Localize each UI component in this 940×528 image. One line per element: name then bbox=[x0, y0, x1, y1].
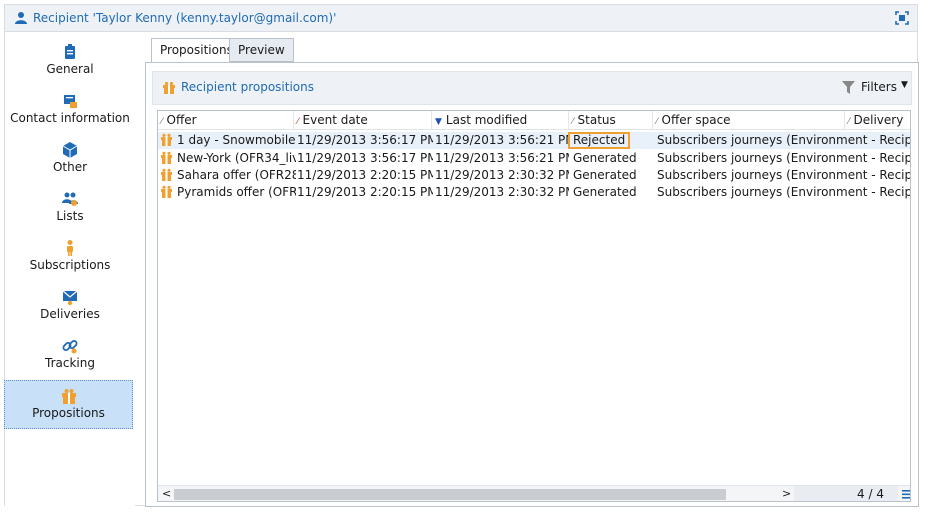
column-header-offer-space[interactable]: ⁄ Offer space bbox=[653, 111, 845, 130]
sort-icon: ⁄ bbox=[572, 117, 574, 127]
scroll-left-icon[interactable]: < bbox=[162, 487, 171, 500]
link-icon bbox=[62, 340, 78, 354]
event-date-cell: 11/29/2013 3:56:17 PM bbox=[297, 133, 433, 147]
sort-icon: ⁄ bbox=[656, 117, 658, 127]
table-row[interactable]: New-York (OFR34_live 11/29/2013 3:56:17 … bbox=[158, 150, 911, 167]
status-cell: Generated bbox=[573, 185, 637, 199]
status-badge: Rejected bbox=[568, 132, 631, 149]
sidebar-item-other[interactable]: Other bbox=[5, 135, 135, 184]
gift-icon bbox=[161, 151, 172, 164]
envelope-icon bbox=[62, 290, 78, 306]
sidebar-item-label: Subscriptions bbox=[29, 258, 111, 272]
sidebar-item-lists[interactable]: Lists bbox=[5, 184, 135, 233]
offer-cell: New-York (OFR34_live bbox=[160, 150, 296, 167]
propositions-grid: ⁄ Offer ⁄ Event date ▼ Last modified ⁄ Statu… bbox=[157, 110, 911, 502]
column-header-offer[interactable]: ⁄ Offer bbox=[158, 111, 294, 130]
event-date-cell: 11/29/2013 3:56:17 PM bbox=[297, 151, 433, 165]
event-date-cell: 11/29/2013 2:20:15 PM bbox=[297, 168, 433, 182]
tab-preview[interactable]: Preview bbox=[229, 38, 294, 62]
column-header-delivery[interactable]: ⁄ Delivery bbox=[845, 111, 910, 130]
sort-icon: ⁄ bbox=[161, 117, 163, 127]
clipboard-icon bbox=[65, 44, 75, 59]
last-modified-cell: 11/29/2013 2:30:32 PM bbox=[435, 168, 569, 182]
gift-icon bbox=[61, 389, 76, 404]
status-cell: Generated bbox=[573, 151, 637, 165]
sidebar-item-label: Other bbox=[52, 160, 88, 174]
horizontal-scrollbar[interactable]: < > 4 / 4 bbox=[158, 485, 911, 501]
gift-icon bbox=[161, 168, 172, 181]
filters-button[interactable]: Filters bbox=[861, 80, 897, 94]
content-area: Propositions Preview Recipient propositi… bbox=[145, 38, 919, 507]
sidebar-item-label: Lists bbox=[56, 209, 84, 223]
event-date-cell: 11/29/2013 2:20:15 PM bbox=[297, 185, 433, 199]
scroll-right-icon[interactable]: > bbox=[782, 487, 791, 500]
sidebar-item-propositions[interactable]: Propositions bbox=[4, 380, 133, 429]
toolbar-title: Recipient propositions bbox=[181, 80, 314, 94]
user-icon bbox=[15, 12, 27, 24]
column-header-event-date[interactable]: ⁄ Event date bbox=[294, 111, 432, 130]
offer-space-cell: Subscribers journeys (Environment - Reci… bbox=[657, 168, 911, 182]
propositions-toolbar: Recipient propositions Filters ▼ bbox=[152, 71, 912, 105]
propositions-panel: Recipient propositions Filters ▼ ⁄ Offer … bbox=[145, 62, 919, 507]
status-cell: Generated bbox=[573, 168, 637, 182]
group-icon bbox=[62, 192, 78, 206]
sidebar-item-label: Deliveries bbox=[40, 307, 100, 321]
list-menu-icon[interactable] bbox=[902, 490, 911, 499]
sidebar-item-contact-information[interactable]: Contact information bbox=[5, 86, 135, 135]
table-row[interactable]: Sahara offer (OFR28... 11/29/2013 2:20:1… bbox=[158, 167, 911, 184]
sidebar-item-label: Contact information bbox=[10, 111, 130, 125]
offer-cell: Sahara offer (OFR28... bbox=[160, 167, 296, 184]
offer-space-cell: Subscribers journeys (Environment - Reci… bbox=[657, 151, 911, 165]
offer-space-cell: Subscribers journeys (Environment - Reci… bbox=[657, 185, 911, 199]
gift-icon bbox=[163, 81, 175, 94]
person-icon bbox=[67, 240, 73, 256]
offer-space-cell: Subscribers journeys (Environment - Reci… bbox=[657, 133, 911, 147]
gift-icon bbox=[161, 185, 172, 198]
contact-card-icon bbox=[64, 95, 77, 108]
table-row[interactable]: 1 day - Snowmobile... 11/29/2013 3:56:17… bbox=[158, 132, 911, 149]
title-bar: Recipient 'Taylor Kenny (kenny.taylor@gm… bbox=[5, 5, 917, 32]
recipient-window: Recipient 'Taylor Kenny (kenny.taylor@gm… bbox=[4, 4, 919, 507]
window-title: Recipient 'Taylor Kenny (kenny.taylor@gm… bbox=[33, 11, 337, 25]
column-header-status[interactable]: ⁄ Status bbox=[569, 111, 653, 130]
last-modified-cell: 11/29/2013 3:56:21 PM bbox=[435, 151, 569, 165]
chevron-down-icon[interactable]: ▼ bbox=[901, 80, 908, 90]
sort-icon: ⁄ bbox=[848, 117, 850, 127]
sidebar-item-label: Propositions bbox=[32, 406, 105, 420]
column-header-last-modified[interactable]: ▼ Last modified bbox=[432, 111, 569, 130]
sort-descending-icon: ▼ bbox=[435, 117, 442, 127]
sidebar: General Contact information Other Lists … bbox=[4, 33, 135, 507]
sidebar-item-label: General bbox=[46, 62, 94, 76]
sidebar-item-label: Tracking bbox=[45, 356, 95, 370]
last-modified-cell: 11/29/2013 2:30:32 PM bbox=[435, 185, 569, 199]
sidebar-item-deliveries[interactable]: Deliveries bbox=[5, 282, 135, 331]
offer-cell: Pyramids offer (OFR3... bbox=[160, 184, 296, 201]
sidebar-item-general[interactable]: General bbox=[5, 37, 135, 86]
status-cell: Rejected bbox=[568, 132, 652, 149]
scrollbar-thumb[interactable] bbox=[174, 489, 726, 500]
sort-icon: ⁄ bbox=[297, 117, 299, 127]
grid-header: ⁄ Offer ⁄ Event date ▼ Last modified ⁄ Statu… bbox=[158, 111, 910, 130]
sidebar-item-subscriptions[interactable]: Subscriptions bbox=[5, 233, 135, 282]
maximize-icon[interactable] bbox=[895, 11, 909, 25]
table-row[interactable]: Pyramids offer (OFR3... 11/29/2013 2:20:… bbox=[158, 184, 911, 201]
last-modified-cell: 11/29/2013 3:56:21 PM bbox=[435, 133, 569, 147]
filter-icon[interactable] bbox=[842, 81, 855, 94]
offer-cell: 1 day - Snowmobile... bbox=[160, 132, 296, 149]
sidebar-item-tracking[interactable]: Tracking bbox=[5, 331, 135, 380]
record-count: 4 / 4 bbox=[794, 486, 898, 501]
cube-icon bbox=[62, 142, 78, 158]
gift-icon bbox=[161, 133, 172, 146]
